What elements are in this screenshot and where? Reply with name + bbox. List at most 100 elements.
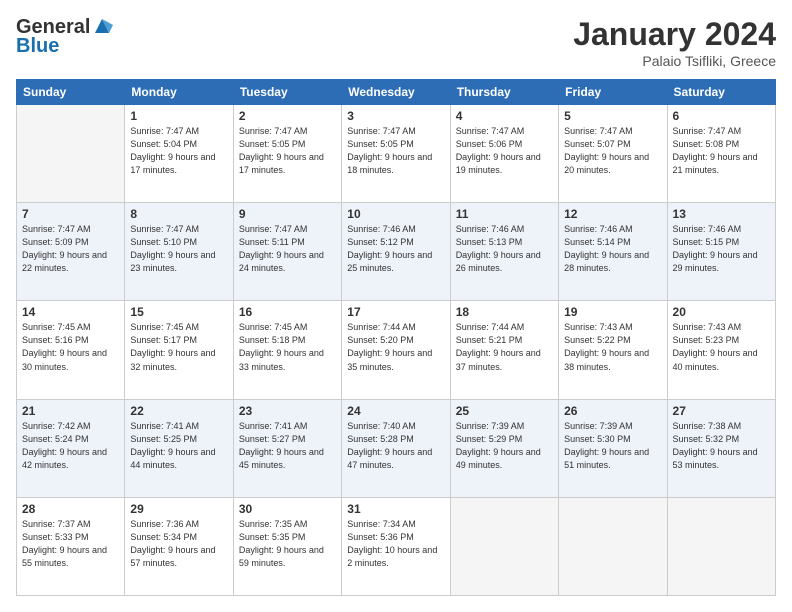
day-info: Sunrise: 7:45 AMSunset: 5:18 PMDaylight:… [239,322,324,371]
table-row: 19Sunrise: 7:43 AMSunset: 5:22 PMDayligh… [559,301,667,399]
day-number: 31 [347,502,444,516]
table-row: 24 Sunrise: 7:40 AMSunset: 5:28 PMDayligh… [342,399,450,497]
table-row [17,105,125,203]
table-row: 4 Sunrise: 7:47 AMSunset: 5:06 PMDaylight… [450,105,558,203]
day-number: 17 [347,305,444,319]
table-row: 30Sunrise: 7:35 AMSunset: 5:35 PMDayligh… [233,497,341,595]
table-row: 15 Sunrise: 7:45 AMSunset: 5:17 PMDayligh… [125,301,233,399]
table-row: 23 Sunrise: 7:41 AMSunset: 5:27 PMDayligh… [233,399,341,497]
header-row: Sunday Monday Tuesday Wednesday Thursday… [17,80,776,105]
day-number: 29 [130,502,227,516]
day-number: 28 [22,502,119,516]
table-row: 26Sunrise: 7:39 AMSunset: 5:30 PMDayligh… [559,399,667,497]
day-info: Sunrise: 7:39 AMSunset: 5:30 PMDaylight:… [564,421,649,470]
table-row [559,497,667,595]
calendar-week-row: 7Sunrise: 7:47 AMSunset: 5:09 PMDaylight… [17,203,776,301]
table-row: 11Sunrise: 7:46 AMSunset: 5:13 PMDayligh… [450,203,558,301]
day-info: Sunrise: 7:39 AMSunset: 5:29 PMDaylight:… [456,421,541,470]
day-number: 7 [22,207,119,221]
subtitle: Palaio Tsifliki, Greece [573,53,776,69]
day-number: 25 [456,404,553,418]
day-number: 23 [239,404,336,418]
header-wednesday: Wednesday [342,80,450,105]
table-row: 31Sunrise: 7:34 AMSunset: 5:36 PMDayligh… [342,497,450,595]
day-number: 24 [347,404,444,418]
table-row: 28 Sunrise: 7:37 AMSunset: 5:33 PMDayligh… [17,497,125,595]
day-info: Sunrise: 7:45 AMSunset: 5:16 PMDaylight:… [22,322,107,371]
day-number: 30 [239,502,336,516]
day-number: 18 [456,305,553,319]
day-info: Sunrise: 7:44 AMSunset: 5:21 PMDaylight:… [456,322,541,371]
day-info: Sunrise: 7:41 AMSunset: 5:27 PMDaylight:… [239,421,324,470]
day-info: Sunrise: 7:47 AMSunset: 5:07 PMDaylight:… [564,126,649,175]
table-row: 9 Sunrise: 7:47 AMSunset: 5:11 PMDaylight… [233,203,341,301]
day-info: Sunrise: 7:40 AMSunset: 5:28 PMDaylight:… [347,421,432,470]
calendar-week-row: 1Sunrise: 7:47 AMSunset: 5:04 PMDaylight… [17,105,776,203]
calendar-week-row: 28 Sunrise: 7:37 AMSunset: 5:33 PMDayligh… [17,497,776,595]
day-info: Sunrise: 7:47 AMSunset: 5:08 PMDaylight:… [673,126,758,175]
logo: General Blue [16,16,113,58]
day-info: Sunrise: 7:43 AMSunset: 5:23 PMDaylight:… [673,322,758,371]
day-info: Sunrise: 7:42 AMSunset: 5:24 PMDaylight:… [22,421,107,470]
day-number: 2 [239,109,336,123]
table-row [450,497,558,595]
day-number: 16 [239,305,336,319]
day-info: Sunrise: 7:37 AMSunset: 5:33 PMDaylight:… [22,519,107,568]
day-number: 9 [239,207,336,221]
day-info: Sunrise: 7:47 AMSunset: 5:10 PMDaylight:… [130,224,215,273]
table-row: 17Sunrise: 7:44 AMSunset: 5:20 PMDayligh… [342,301,450,399]
calendar-table: Sunday Monday Tuesday Wednesday Thursday… [16,79,776,596]
day-info: Sunrise: 7:46 AMSunset: 5:14 PMDaylight:… [564,224,649,273]
day-info: Sunrise: 7:46 AMSunset: 5:15 PMDaylight:… [673,224,758,273]
day-info: Sunrise: 7:47 AMSunset: 5:06 PMDaylight:… [456,126,541,175]
day-info: Sunrise: 7:47 AMSunset: 5:05 PMDaylight:… [239,126,324,175]
table-row: 5 Sunrise: 7:47 AMSunset: 5:07 PMDaylight… [559,105,667,203]
table-row: 21 Sunrise: 7:42 AMSunset: 5:24 PMDayligh… [17,399,125,497]
day-number: 20 [673,305,770,319]
day-info: Sunrise: 7:45 AMSunset: 5:17 PMDaylight:… [130,322,215,371]
day-info: Sunrise: 7:46 AMSunset: 5:12 PMDaylight:… [347,224,432,273]
day-number: 19 [564,305,661,319]
table-row: 25 Sunrise: 7:39 AMSunset: 5:29 PMDayligh… [450,399,558,497]
table-row: 13Sunrise: 7:46 AMSunset: 5:15 PMDayligh… [667,203,775,301]
day-info: Sunrise: 7:47 AMSunset: 5:11 PMDaylight:… [239,224,324,273]
day-number: 8 [130,207,227,221]
header-sunday: Sunday [17,80,125,105]
title-block: January 2024 Palaio Tsifliki, Greece [573,16,776,69]
main-title: January 2024 [573,16,776,53]
table-row: 1Sunrise: 7:47 AMSunset: 5:04 PMDaylight… [125,105,233,203]
page: General Blue January 2024 Palaio Tsiflik… [0,0,792,612]
table-row: 14 Sunrise: 7:45 AMSunset: 5:16 PMDayligh… [17,301,125,399]
day-number: 21 [22,404,119,418]
day-info: Sunrise: 7:38 AMSunset: 5:32 PMDaylight:… [673,421,758,470]
day-info: Sunrise: 7:47 AMSunset: 5:05 PMDaylight:… [347,126,432,175]
header-friday: Friday [559,80,667,105]
header-tuesday: Tuesday [233,80,341,105]
day-info: Sunrise: 7:36 AMSunset: 5:34 PMDaylight:… [130,519,215,568]
day-number: 27 [673,404,770,418]
table-row: 2 Sunrise: 7:47 AMSunset: 5:05 PMDaylight… [233,105,341,203]
day-info: Sunrise: 7:46 AMSunset: 5:13 PMDaylight:… [456,224,541,273]
day-info: Sunrise: 7:47 AMSunset: 5:04 PMDaylight:… [130,126,215,175]
day-number: 6 [673,109,770,123]
table-row: 10 Sunrise: 7:46 AMSunset: 5:12 PMDayligh… [342,203,450,301]
table-row: 7Sunrise: 7:47 AMSunset: 5:09 PMDaylight… [17,203,125,301]
header-monday: Monday [125,80,233,105]
calendar-week-row: 14 Sunrise: 7:45 AMSunset: 5:16 PMDayligh… [17,301,776,399]
day-number: 4 [456,109,553,123]
day-number: 15 [130,305,227,319]
logo-icon [91,15,113,37]
day-number: 14 [22,305,119,319]
table-row: 3Sunrise: 7:47 AMSunset: 5:05 PMDaylight… [342,105,450,203]
table-row: 8 Sunrise: 7:47 AMSunset: 5:10 PMDaylight… [125,203,233,301]
header-saturday: Saturday [667,80,775,105]
table-row: 16 Sunrise: 7:45 AMSunset: 5:18 PMDayligh… [233,301,341,399]
day-number: 10 [347,207,444,221]
day-number: 22 [130,404,227,418]
table-row: 18 Sunrise: 7:44 AMSunset: 5:21 PMDayligh… [450,301,558,399]
calendar-week-row: 21 Sunrise: 7:42 AMSunset: 5:24 PMDayligh… [17,399,776,497]
table-row: 27 Sunrise: 7:38 AMSunset: 5:32 PMDayligh… [667,399,775,497]
day-number: 5 [564,109,661,123]
table-row: 6 Sunrise: 7:47 AMSunset: 5:08 PMDaylight… [667,105,775,203]
day-number: 12 [564,207,661,221]
